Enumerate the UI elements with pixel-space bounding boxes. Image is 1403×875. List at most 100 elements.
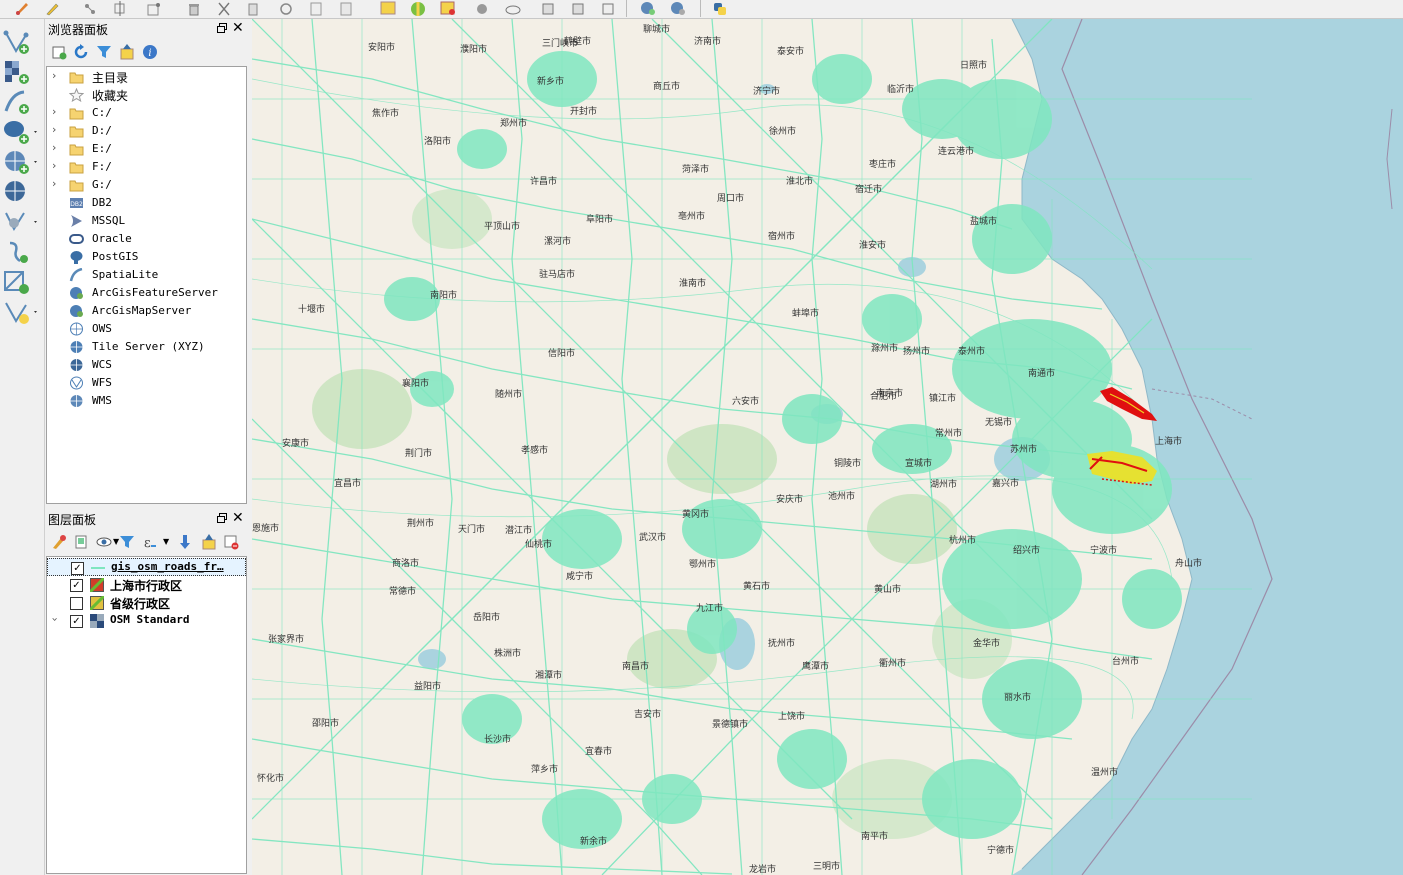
layer-row-roads[interactable]: ✓ gis_osm_roads_fr…: [47, 558, 246, 576]
browser-item-oracle[interactable]: Oracle: [47, 230, 246, 248]
browser-item-mssql[interactable]: MSSQL: [47, 212, 246, 230]
browser-item-db2[interactable]: DB2 DB2: [47, 194, 246, 212]
layer-row-provinces[interactable]: 省级行政区: [47, 594, 246, 612]
place-label: 漯河市: [544, 237, 572, 247]
place-label: 荆州市: [407, 519, 435, 529]
postgis-icon: [70, 251, 83, 264]
refresh-icon[interactable]: [73, 44, 89, 60]
browser-item-drive-c[interactable]: › C:/: [47, 104, 246, 122]
place-label: 池州市: [828, 492, 856, 502]
place-label: 常德市: [389, 587, 417, 597]
browser-item-drive-e[interactable]: › E:/: [47, 140, 246, 158]
layer-name: 上海市行政区: [110, 579, 183, 593]
new-temp-layer-icon[interactable]: [2, 239, 38, 265]
close-panel-icon[interactable]: ✕: [232, 20, 244, 36]
zoom-selection-icon[interactable]: [670, 1, 686, 16]
place-label: 六安市: [732, 397, 760, 407]
dropdown-arrow-icon[interactable]: ▼: [163, 537, 169, 546]
browser-item-drive-g[interactable]: › G:/: [47, 176, 246, 194]
filter-expression-icon[interactable]: ε: [142, 534, 158, 550]
map-canvas[interactable]: 鹤壁市 新乡市 开封市 郑州市 洛阳市 许昌市 平顶山市 漯河市 驻马店市 南阳…: [252, 19, 1403, 875]
export-icon[interactable]: [475, 1, 491, 16]
collapse-arrow-icon[interactable]: ›: [49, 617, 62, 621]
browser-item-home[interactable]: › 主目录: [47, 68, 246, 86]
browser-item-arcgis-feature[interactable]: ArcGisFeatureServer: [47, 284, 246, 302]
browser-item-drive-f[interactable]: › F:/: [47, 158, 246, 176]
arcgis-feature-icon: [70, 287, 83, 299]
layer-visibility-checkbox[interactable]: ✓: [70, 579, 83, 592]
add-wms-icon[interactable]: [2, 149, 38, 175]
move-feature-icon[interactable]: [112, 1, 128, 16]
add-wcs-icon[interactable]: [2, 179, 38, 205]
pencil-icon[interactable]: [44, 1, 60, 16]
show-tips-icon[interactable]: [440, 1, 456, 16]
collapse-all-icon[interactable]: [201, 534, 217, 550]
add-raster-layer-icon[interactable]: [2, 59, 38, 85]
add-mesh-icon[interactable]: [2, 299, 38, 325]
place-label: 商洛市: [392, 559, 420, 569]
float-panel-icon[interactable]: [217, 23, 227, 33]
place-label: 淮北市: [786, 177, 814, 187]
expand-all-icon[interactable]: [177, 534, 193, 550]
layer-visibility-checkbox[interactable]: [70, 597, 83, 610]
expand-arrow-icon[interactable]: ›: [52, 69, 56, 82]
add-feature-icon[interactable]: [82, 1, 98, 16]
label-icon[interactable]: [308, 1, 324, 16]
zoom-layer-icon[interactable]: [640, 1, 656, 16]
place-label: 随州市: [495, 390, 523, 400]
identify-icon[interactable]: [570, 1, 586, 16]
browser-item-arcgis-map[interactable]: ArcGisMapServer: [47, 302, 246, 320]
properties-info-icon[interactable]: i: [142, 44, 158, 60]
layer-visibility-checkbox[interactable]: ✓: [70, 615, 83, 628]
remove-layer-icon[interactable]: [223, 534, 239, 550]
delete-icon[interactable]: [186, 1, 202, 16]
browser-item-spatialite[interactable]: SpatiaLite: [47, 266, 246, 284]
place-label: 阜阳市: [586, 215, 614, 225]
add-vector-layer-icon[interactable]: [2, 29, 38, 55]
layer-styling-icon[interactable]: [51, 534, 67, 550]
manage-visibility-icon[interactable]: [96, 534, 112, 550]
browser-item-ows[interactable]: OWS: [47, 320, 246, 338]
filter-legend-icon[interactable]: [119, 534, 135, 550]
layer-style-icon[interactable]: [380, 1, 396, 16]
expand-arrow-icon[interactable]: ›: [52, 177, 56, 190]
add-virtual-layer-icon[interactable]: [2, 269, 38, 295]
pencil-edit-icon[interactable]: [14, 1, 30, 16]
layer-row-osm[interactable]: › ✓ OSM Standard: [47, 612, 246, 630]
close-panel-icon[interactable]: ✕: [232, 510, 244, 526]
refresh-icon[interactable]: [540, 1, 556, 16]
filter-icon[interactable]: [96, 44, 112, 60]
pin-icon[interactable]: [410, 1, 426, 16]
expand-arrow-icon[interactable]: ›: [52, 123, 56, 136]
add-spatialite-icon[interactable]: [2, 209, 38, 235]
paste-icon[interactable]: [278, 1, 294, 16]
add-postgis-icon[interactable]: [2, 119, 38, 145]
add-group-icon[interactable]: [73, 534, 89, 550]
browser-item-favorites[interactable]: 收藏夹: [47, 86, 246, 104]
copy-icon[interactable]: [245, 1, 261, 16]
pie-diagram-icon[interactable]: [338, 1, 354, 16]
browser-item-wcs[interactable]: WCS: [47, 356, 246, 374]
browser-item-wms[interactable]: WMS: [47, 392, 246, 410]
browser-item-wfs[interactable]: WFS: [47, 374, 246, 392]
place-label: 台州市: [1112, 657, 1140, 667]
browser-item-postgis[interactable]: PostGIS: [47, 248, 246, 266]
node-tool-icon[interactable]: [146, 1, 162, 16]
browser-item-xyz[interactable]: Tile Server (XYZ): [47, 338, 246, 356]
oracle-icon: [69, 234, 84, 244]
browser-item-label: C:/: [92, 106, 112, 119]
cut-icon[interactable]: [216, 1, 232, 16]
measure-icon[interactable]: [600, 1, 616, 16]
expand-arrow-icon[interactable]: ›: [52, 141, 56, 154]
expand-arrow-icon[interactable]: ›: [52, 159, 56, 172]
add-selected-layers-icon[interactable]: [51, 44, 67, 60]
expand-arrow-icon[interactable]: ›: [52, 105, 56, 118]
save-icon[interactable]: [505, 1, 521, 16]
add-delimited-text-icon[interactable]: [2, 89, 38, 115]
layer-visibility-checkbox[interactable]: ✓: [71, 562, 84, 575]
collapse-all-icon[interactable]: [119, 44, 135, 60]
python-icon[interactable]: [712, 1, 728, 16]
browser-item-drive-d[interactable]: › D:/: [47, 122, 246, 140]
float-panel-icon[interactable]: [217, 513, 227, 523]
layer-row-shanghai[interactable]: ✓ 上海市行政区: [47, 576, 246, 594]
